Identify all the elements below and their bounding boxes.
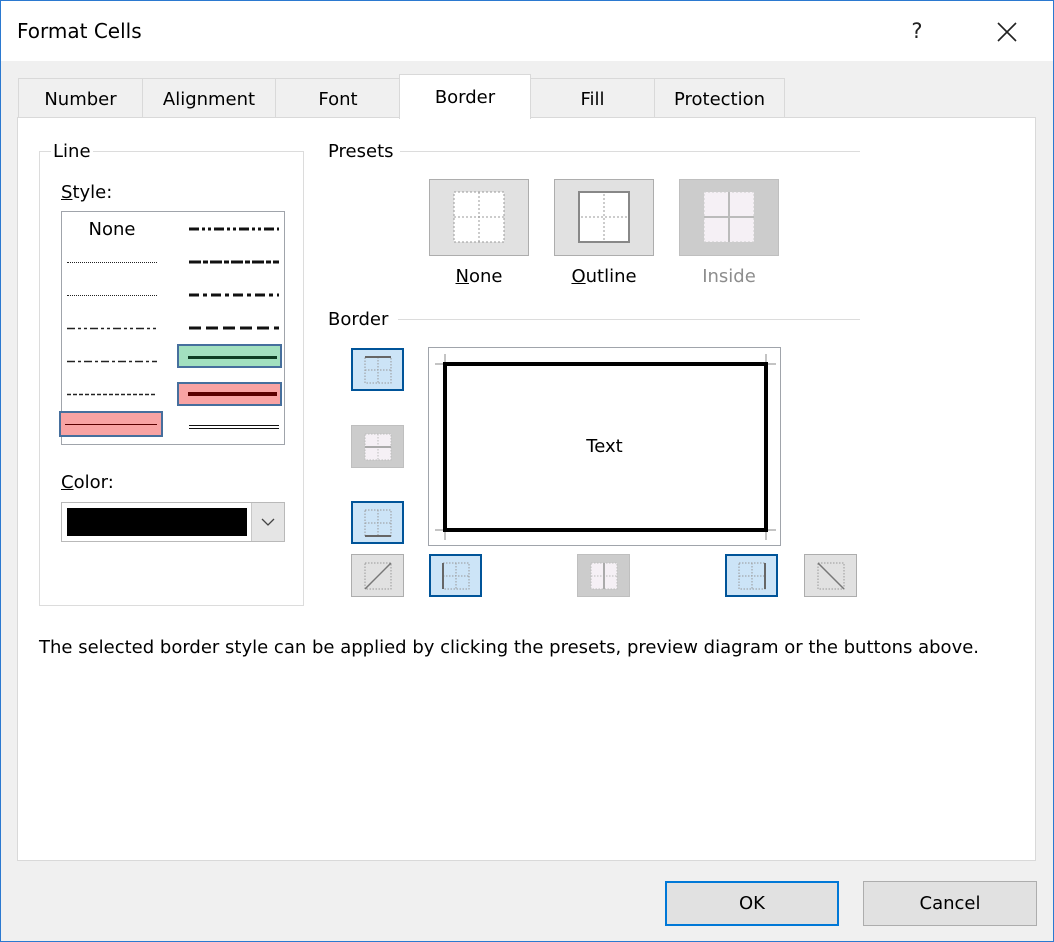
style-label: Style:	[61, 182, 112, 203]
style-dashed-thin[interactable]	[62, 382, 162, 408]
border-top-button[interactable]	[351, 348, 404, 391]
preset-outline-label: Outline	[554, 266, 654, 287]
preset-inside-label: Inside	[702, 266, 756, 287]
dashed-thin-line	[67, 393, 157, 396]
style-dash-dot[interactable]	[62, 349, 162, 375]
tab-border[interactable]: Border	[399, 74, 531, 119]
preset-outline-accel: O	[571, 266, 586, 287]
format-cells-dialog: Format Cells ? Number Alignment Font Bor…	[0, 0, 1054, 942]
color-label-rest: olor:	[73, 472, 114, 493]
color-dropdown[interactable]	[61, 502, 285, 542]
border-right-icon	[738, 562, 766, 589]
border-left-icon	[441, 562, 469, 589]
style-double[interactable]	[184, 415, 284, 441]
border-inside-vertical-icon	[590, 562, 617, 589]
medium-dash-dot-dot-line	[189, 227, 279, 231]
tab-alignment[interactable]: Alignment	[142, 78, 276, 118]
preset-none-rest: one	[468, 266, 503, 287]
style-medium-solid[interactable]	[177, 344, 282, 368]
border-diagonal-up-button[interactable]	[351, 554, 404, 597]
presets-label: Presets	[328, 141, 394, 162]
border-section-label: Border	[328, 309, 389, 330]
style-label-accel: S	[61, 182, 73, 203]
style-slanted-dash-dot[interactable]	[184, 250, 284, 276]
preview-text: Text	[586, 436, 623, 457]
line-group-label: Line	[51, 141, 93, 162]
style-medium-dashed[interactable]	[184, 316, 284, 342]
help-button[interactable]: ?	[901, 13, 933, 49]
preset-none-label: None	[429, 266, 529, 287]
line-style-list[interactable]: None	[59, 211, 285, 445]
border-diagonal-down-icon	[816, 561, 845, 590]
border-inside-horizontal-icon	[364, 433, 391, 460]
border-none-icon	[453, 191, 505, 243]
color-dropdown-arrow[interactable]	[251, 503, 284, 541]
tab-font[interactable]: Font	[275, 78, 401, 118]
style-thin-solid-selected[interactable]	[59, 411, 163, 437]
preset-outline-button[interactable]	[554, 179, 654, 256]
border-top-icon	[364, 355, 391, 383]
border-left-button[interactable]	[429, 554, 482, 597]
chevron-down-icon	[261, 518, 275, 526]
style-thick-solid[interactable]	[177, 382, 282, 406]
tab-fill[interactable]: Fill	[530, 78, 655, 118]
slanted-dash-dot-line	[189, 260, 279, 264]
color-label: Color:	[61, 472, 114, 493]
border-diagonal-down-button[interactable]	[804, 554, 857, 597]
style-label-rest: tyle:	[72, 182, 113, 203]
dash-dot-dot-line	[67, 327, 157, 330]
medium-dash-dot-line	[189, 293, 279, 297]
color-swatch	[67, 508, 247, 536]
close-button[interactable]	[986, 13, 1026, 49]
style-dash-dot-dot[interactable]	[62, 316, 162, 342]
tab-protection[interactable]: Protection	[654, 78, 785, 118]
style-hair[interactable]	[62, 250, 162, 276]
style-medium-dash-dot-dot[interactable]	[184, 217, 284, 243]
border-bottom-button[interactable]	[351, 501, 404, 544]
dialog-title: Format Cells	[17, 19, 142, 43]
border-inside-horizontal-button[interactable]	[351, 425, 404, 468]
hint-text: The selected border style can be applied…	[39, 637, 980, 658]
title-bar: Format Cells ?	[1, 1, 1053, 61]
border-bottom-icon	[364, 509, 391, 537]
cancel-button[interactable]: Cancel	[863, 881, 1037, 926]
preset-outline-rest: utline	[585, 266, 637, 287]
preset-none-button[interactable]	[429, 179, 529, 256]
presets-rule	[400, 151, 860, 152]
border-inside-vertical-button[interactable]	[577, 554, 630, 597]
style-dotted[interactable]	[62, 283, 162, 309]
tab-number[interactable]: Number	[18, 78, 143, 118]
color-label-accel: C	[61, 472, 74, 493]
preset-inside-button[interactable]	[679, 179, 779, 256]
border-outline-icon	[578, 191, 630, 243]
ok-button[interactable]: OK	[665, 881, 839, 926]
border-rule	[398, 319, 860, 320]
border-right-button[interactable]	[725, 554, 778, 597]
style-none[interactable]: None	[62, 217, 162, 243]
border-diagonal-up-icon	[363, 561, 392, 590]
border-inside-icon	[703, 191, 755, 243]
dash-dot-line	[67, 360, 157, 363]
close-icon	[997, 22, 1017, 42]
medium-dashed-line	[189, 326, 279, 330]
border-tab-panel: Line Style: None Color: Presets None Out…	[17, 117, 1036, 861]
style-medium-dash-dot[interactable]	[184, 283, 284, 309]
border-preview[interactable]: Text	[428, 347, 781, 546]
preset-none-accel: N	[455, 266, 469, 287]
